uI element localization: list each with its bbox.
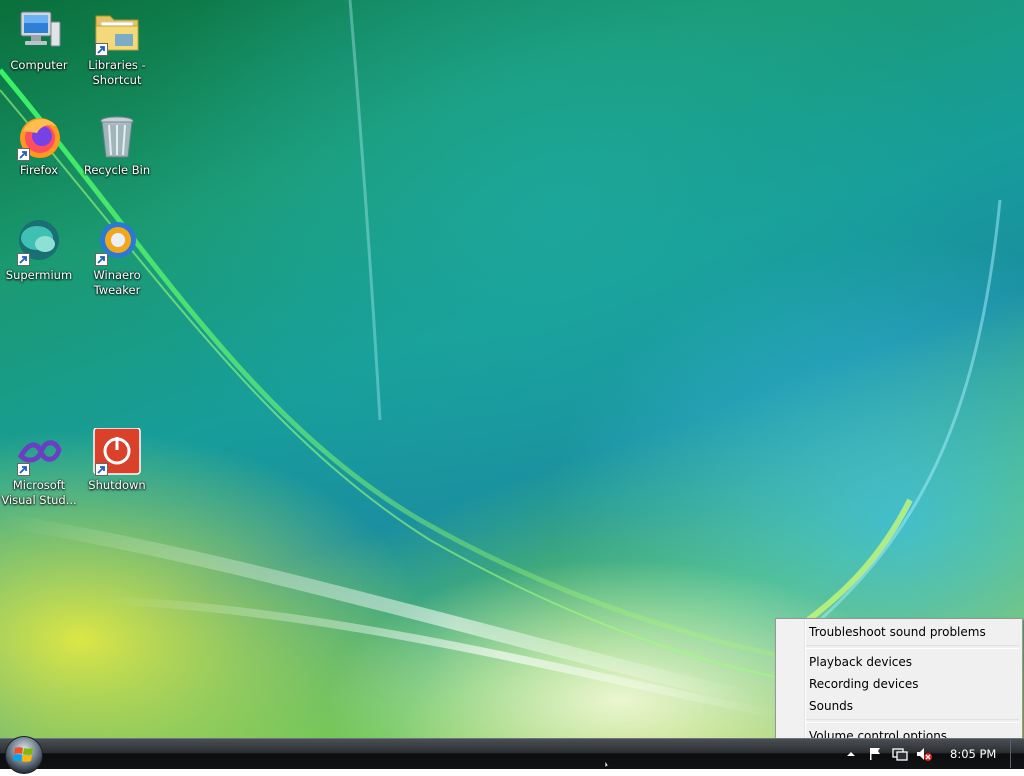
winaero-tweaker-icon — [93, 218, 141, 266]
taskbar-clock[interactable]: 8:05 PM — [950, 747, 996, 761]
desktop-icon-firefox[interactable]: Firefox — [1, 113, 77, 178]
start-button[interactable] — [5, 736, 43, 774]
taskbar: 8:05 PM — [0, 736, 1024, 774]
desktop-icon-recycle-bin[interactable]: Recycle Bin — [79, 113, 155, 178]
desktop-icon-label: Shutdown — [88, 478, 146, 492]
power-icon — [93, 427, 141, 476]
shortcut-arrow-icon — [95, 463, 108, 476]
menu-item-playback-devices[interactable]: Playback devices — [779, 652, 1019, 672]
menu-item-recording-devices[interactable]: Recording devices — [779, 674, 1019, 694]
desktop-icon-winaero-tweaker[interactable]: Winaero Tweaker — [79, 218, 155, 298]
visual-studio-icon — [15, 428, 63, 476]
firefox-icon — [15, 113, 63, 161]
folder-icon — [93, 8, 141, 56]
shortcut-arrow-icon — [17, 253, 30, 266]
mouse-cursor-icon — [604, 761, 610, 768]
desktop-icon-label: Firefox — [19, 163, 59, 177]
desktop-icon-label: Computer — [10, 58, 68, 72]
menu-item-label: Recording devices — [809, 677, 919, 691]
desktop-icon-label: Supermium — [5, 268, 73, 282]
recycle-bin-icon — [93, 113, 141, 161]
desktop-icon-label: Microsoft Visual Stud... — [1, 478, 77, 507]
action-center-flag-icon[interactable] — [868, 747, 882, 761]
shortcut-arrow-icon — [95, 253, 108, 266]
menu-item-label: Playback devices — [809, 655, 913, 669]
desktop-icon-shutdown[interactable]: Shutdown — [79, 427, 155, 493]
shortcut-arrow-icon — [95, 43, 108, 56]
desktop-icon-computer[interactable]: Computer — [1, 8, 77, 73]
show-desktop-button[interactable] — [1010, 740, 1024, 768]
supermium-icon — [15, 218, 63, 266]
desktop-icon-label: Winaero Tweaker — [93, 268, 141, 297]
desktop-icon-label: Libraries - Shortcut — [88, 58, 146, 87]
chevron-up-icon[interactable] — [846, 749, 856, 759]
menu-item-troubleshoot-sound[interactable]: Troubleshoot sound problems — [779, 622, 1019, 642]
desktop-icon-libraries[interactable]: Libraries - Shortcut — [79, 8, 155, 88]
menu-item-sounds[interactable]: Sounds — [779, 696, 1019, 716]
shortcut-arrow-icon — [17, 463, 30, 476]
menu-separator — [806, 719, 1019, 723]
menu-separator — [806, 645, 1019, 649]
menu-item-label: Sounds — [809, 699, 854, 713]
network-icon[interactable] — [892, 746, 908, 762]
speaker-muted-icon[interactable] — [916, 746, 932, 762]
desktop-icon-supermium[interactable]: Supermium — [1, 218, 77, 283]
sound-context-menu: Troubleshoot sound problems Playback dev… — [775, 618, 1023, 748]
desktop-icon-label: Recycle Bin — [83, 163, 151, 177]
computer-icon — [15, 8, 63, 56]
shortcut-arrow-icon — [17, 148, 30, 161]
desktop-icon-visual-studio[interactable]: Microsoft Visual Stud... — [1, 428, 77, 508]
menu-item-label: Troubleshoot sound problems — [809, 625, 986, 639]
